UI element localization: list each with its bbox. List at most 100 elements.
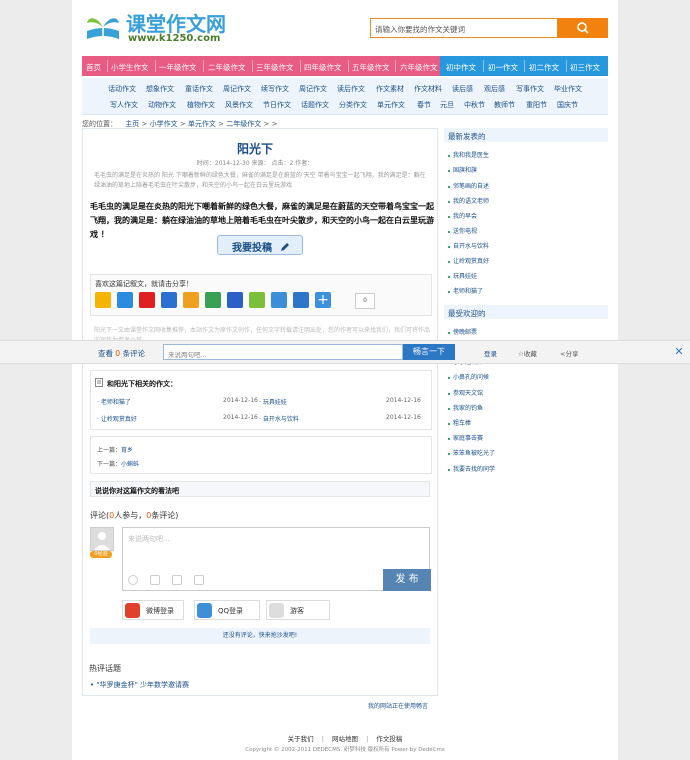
sidebar-popular-link[interactable]: 家庭事击赛 <box>453 435 483 442</box>
subnav-item[interactable]: 写人作文 <box>110 100 138 110</box>
subnav-item[interactable]: 教师节 <box>494 100 515 110</box>
submit-essay-button[interactable]: 我要投稿 <box>217 235 303 255</box>
sidebar-popular-item[interactable]: 粗车棒 <box>448 418 471 427</box>
related-item-title[interactable]: 让岭观赏真好 <box>101 416 137 423</box>
related-item-title[interactable]: 自开水与饮料 <box>263 416 299 423</box>
quick-comment-input[interactable]: 来说两句吧... <box>163 344 403 360</box>
related-item[interactable]: · 老师和猫了 <box>97 397 131 406</box>
subnav-item[interactable]: 周记作文 <box>223 84 251 94</box>
subnav-item[interactable]: 作文素材 <box>376 84 404 94</box>
share-baidu-icon[interactable] <box>227 292 243 308</box>
share-more-icon[interactable]: + <box>315 292 331 308</box>
sidebar-latest-item[interactable]: 让岭观赏真好 <box>448 256 489 265</box>
subnav-item[interactable]: 春节 <box>417 100 431 110</box>
subnav-item[interactable]: 中秋节 <box>464 100 485 110</box>
related-item[interactable]: · 让岭观赏真好 <box>97 414 137 423</box>
subnav-item[interactable]: 想象作文 <box>146 84 174 94</box>
sidebar-popular-item[interactable]: 傍晚邮票 <box>448 327 477 336</box>
publish-button[interactable]: 发 布 <box>383 569 431 591</box>
bar-share-button[interactable]: <分享 <box>560 348 578 358</box>
emoji-icon[interactable] <box>128 575 138 585</box>
subnav-item[interactable]: 观后感 <box>484 84 505 94</box>
bar-favorite-button[interactable]: ☆收藏 <box>518 348 537 358</box>
related-item[interactable]: · 自开水与饮料 <box>259 414 299 423</box>
share-douban-icon[interactable] <box>205 292 221 308</box>
guest-login-button[interactable]: 游客 <box>266 600 330 620</box>
share-renren-icon[interactable] <box>161 292 177 308</box>
subnav-item[interactable]: 作文材料 <box>414 84 442 94</box>
format-icon[interactable] <box>194 575 204 585</box>
sidebar-popular-link[interactable]: 我家的钓鱼 <box>453 405 483 412</box>
search-button[interactable] <box>558 18 608 38</box>
subnav-item[interactable]: 毕业作文 <box>554 84 582 94</box>
footer-sitemap-link[interactable]: 网站地图 <box>332 735 358 743</box>
subnav-item[interactable]: 写事作文 <box>516 84 544 94</box>
subnav-item[interactable]: 重阳节 <box>526 100 547 110</box>
subnav-item[interactable]: 风景作文 <box>225 100 253 110</box>
sidebar-popular-link[interactable]: 笨笨鱼被吃光了 <box>453 450 495 457</box>
footer-submit-link[interactable]: 作文投稿 <box>376 735 402 743</box>
nav-item-junior2[interactable]: 初二作文 <box>529 62 559 73</box>
sidebar-latest-item[interactable]: 送你电视 <box>448 226 477 235</box>
view-comments-link[interactable]: 查看 0 条评论 <box>98 348 145 359</box>
nav-item-primary[interactable]: 小学生作文 <box>111 62 149 73</box>
sidebar-popular-item[interactable]: 我家的钓鱼 <box>448 403 483 412</box>
subnav-item[interactable]: 元旦 <box>440 100 454 110</box>
changyan-link[interactable]: 我的网站正在使用畅言 <box>368 701 428 710</box>
sidebar-latest-item[interactable]: 玩具娃娃 <box>448 271 477 280</box>
nav-item-junior3[interactable]: 初三作文 <box>570 62 600 73</box>
sidebar-popular-link[interactable]: 傍晚邮票 <box>453 329 477 336</box>
attach-icon[interactable] <box>172 575 182 585</box>
breadcrumb-grade2[interactable]: 二年级作文 <box>226 120 261 128</box>
footer-about-link[interactable]: 关于我们 <box>288 735 314 743</box>
sidebar-popular-item[interactable]: 小鼻孔的问候 <box>448 372 489 381</box>
nav-item-grade6[interactable]: 六年级作文 <box>400 62 438 73</box>
subnav-item[interactable]: 节日作文 <box>263 100 291 110</box>
related-item[interactable]: · 玩具娃娃 <box>259 397 287 406</box>
next-link[interactable]: 小蝌蚪 <box>121 461 139 468</box>
sidebar-latest-item[interactable]: 邻笔画的自述 <box>448 181 489 190</box>
subnav-item[interactable]: 读后作文 <box>337 84 365 94</box>
share-qzone-icon[interactable] <box>95 292 111 308</box>
sidebar-latest-link[interactable]: 我的早会 <box>453 213 477 220</box>
nav-item-grade3[interactable]: 三年级作文 <box>256 62 294 73</box>
nav-item-junior1[interactable]: 初一作文 <box>488 62 518 73</box>
sidebar-latest-link[interactable]: 邻笔画的自述 <box>453 183 489 190</box>
share-kaixin-icon[interactable] <box>183 292 199 308</box>
related-item-title[interactable]: 老师和猫了 <box>101 399 131 406</box>
qq-login-button[interactable]: QQ登录 <box>194 600 260 620</box>
sidebar-latest-link[interactable]: 让岭观赏真好 <box>453 258 489 265</box>
sidebar-latest-link[interactable]: 玩具娃娃 <box>453 273 477 280</box>
related-item-title[interactable]: 玩具娃娃 <box>263 399 287 406</box>
nav-item-grade2[interactable]: 二年级作文 <box>208 62 246 73</box>
subnav-item[interactable]: 周记作文 <box>299 84 327 94</box>
sidebar-latest-link[interactable]: 自开水与饮料 <box>453 243 489 250</box>
sidebar-latest-link[interactable]: 送你电视 <box>453 228 477 235</box>
sidebar-popular-link[interactable]: 我要去找的同学 <box>453 466 495 473</box>
breadcrumb-home[interactable]: 主页 <box>125 120 139 128</box>
sidebar-popular-item[interactable]: 我要去找的同学 <box>448 464 495 473</box>
subnav-item[interactable]: 国庆节 <box>557 100 578 110</box>
subnav-item[interactable]: 单元作文 <box>377 100 405 110</box>
weibo-login-button[interactable]: 微博登录 <box>122 600 184 620</box>
share-mail-icon[interactable] <box>293 292 309 308</box>
subnav-item[interactable]: 读后感 <box>452 84 473 94</box>
sidebar-latest-item[interactable]: 老师和猫了 <box>448 286 483 295</box>
nav-item-middle[interactable]: 初中作文 <box>446 62 476 73</box>
subnav-item[interactable]: 续写作文 <box>261 84 289 94</box>
close-icon[interactable]: ✕ <box>668 344 690 360</box>
subnav-item[interactable]: 话题作文 <box>301 100 329 110</box>
quick-comment-submit-button[interactable]: 畅言一下 <box>403 344 455 360</box>
sidebar-latest-item[interactable]: 我和我是医生 <box>448 150 489 159</box>
sidebar-latest-item[interactable]: 我的早会 <box>448 211 477 220</box>
sidebar-popular-item[interactable]: 家庭事击赛 <box>448 433 483 442</box>
subnav-item[interactable]: 话动作文 <box>108 84 136 94</box>
image-icon[interactable] <box>150 575 160 585</box>
share-weixin-icon[interactable] <box>271 292 287 308</box>
sidebar-latest-link[interactable]: 国旗和旗 <box>453 167 477 174</box>
sidebar-latest-item[interactable]: 自开水与饮料 <box>448 241 489 250</box>
subnav-item[interactable]: 植物作文 <box>187 100 215 110</box>
sidebar-latest-item[interactable]: 国旗和旗 <box>448 165 477 174</box>
sidebar-latest-item[interactable]: 我的语文老师 <box>448 196 489 205</box>
share-weibo-icon[interactable] <box>139 292 155 308</box>
